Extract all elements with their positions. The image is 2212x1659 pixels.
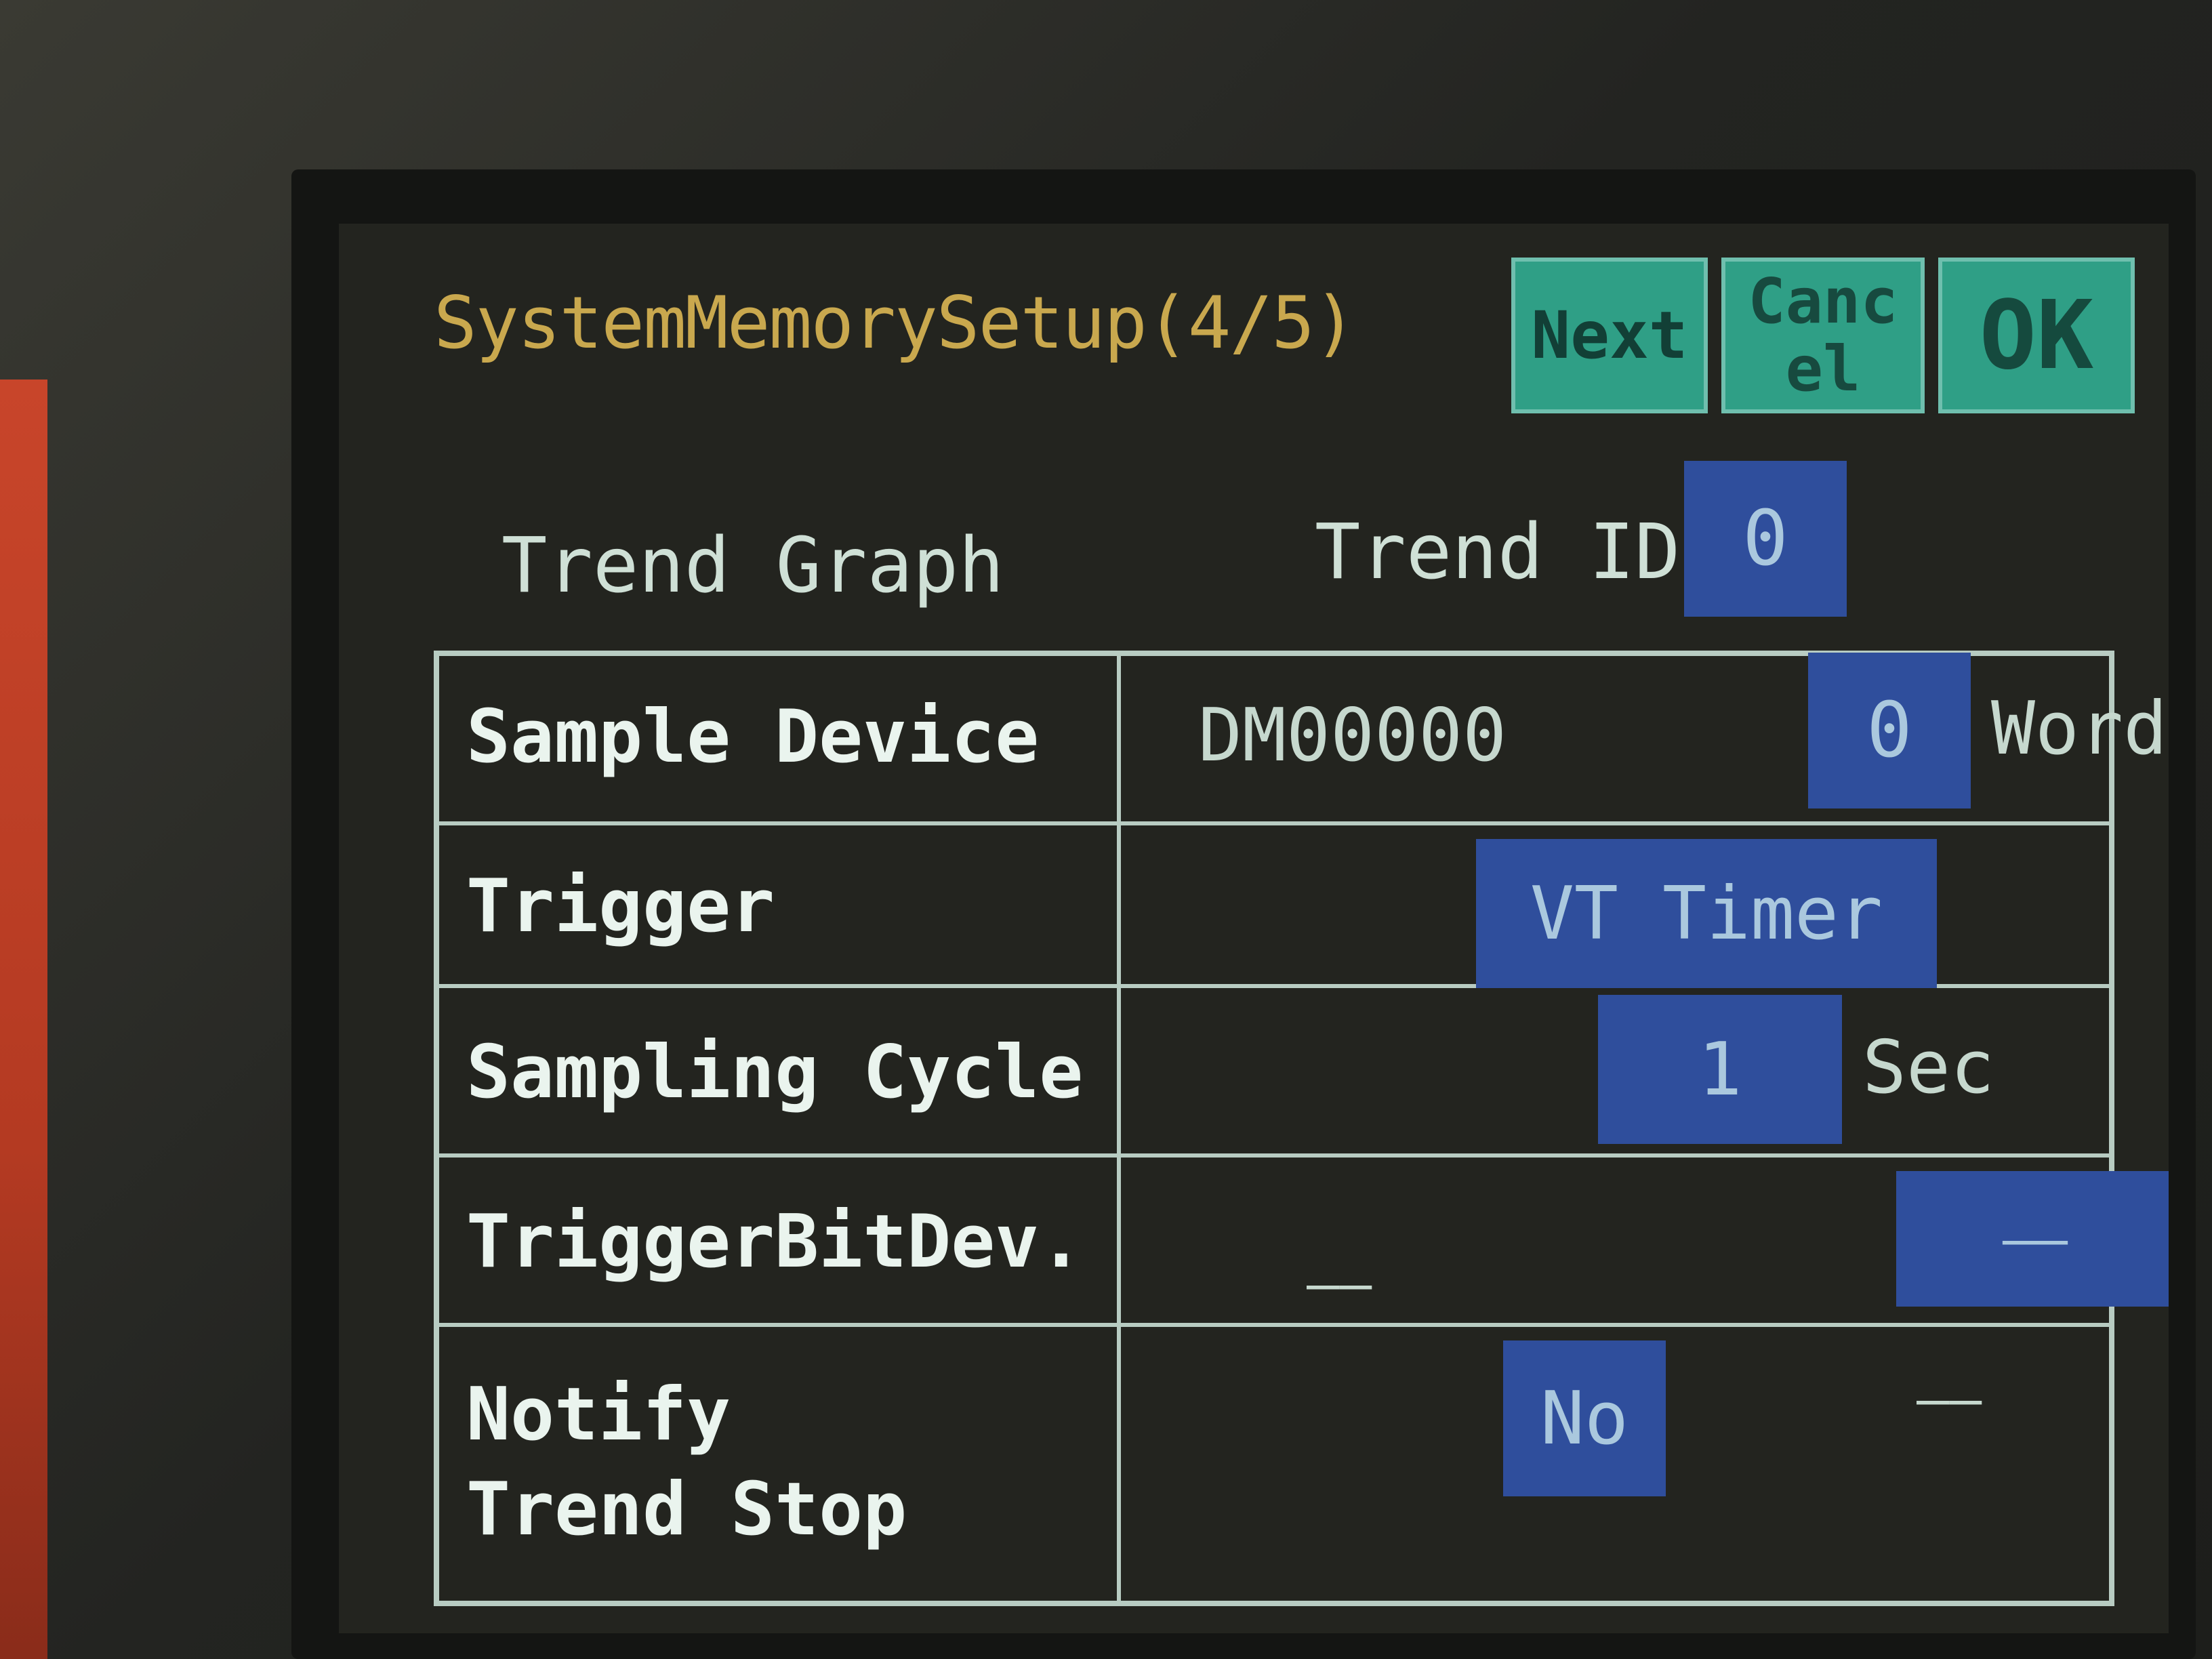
sampling-cycle-field[interactable]: 1 xyxy=(1598,995,1842,1144)
ok-button[interactable]: OK xyxy=(1938,258,2135,413)
cancel-button[interactable]: Cancel xyxy=(1721,258,1925,413)
notify-trend-stop-extra: —— xyxy=(1917,1368,1982,1431)
table-row-trigger: Trigger VT Timer xyxy=(439,825,2109,988)
trigger-bit-dev-field[interactable]: —— xyxy=(1896,1171,2169,1307)
table-row-sampling-cycle: Sampling Cycle 1 Sec xyxy=(439,988,2109,1158)
section-label: Trend Graph xyxy=(501,522,1004,610)
next-button[interactable]: Next xyxy=(1511,258,1708,413)
trigger-bit-dev-label: TriggerBitDev. xyxy=(466,1200,1084,1284)
hmi-screen: SystemMemorySetup(4/5) Next Cancel OK Tr… xyxy=(339,224,2169,1633)
table-row-trigger-bit-dev: TriggerBitDev. —— —— xyxy=(439,1158,2169,1327)
sample-device-address: DM00000 xyxy=(1198,693,1507,778)
notify-trend-stop-toggle[interactable]: No xyxy=(1503,1340,1666,1496)
sample-device-label: Sample Device xyxy=(466,695,1040,779)
trigger-label: Trigger xyxy=(466,864,775,949)
trend-id-label: Trend ID xyxy=(1315,508,1681,596)
sampling-cycle-label: Sampling Cycle xyxy=(466,1030,1084,1115)
settings-table: Sample Device DM00000 0 Words Trigger VT… xyxy=(434,651,2169,1606)
sample-words-field[interactable]: 0 xyxy=(1808,653,1971,808)
trigger-select[interactable]: VT Timer xyxy=(1476,839,1937,988)
page-title: SystemMemorySetup(4/5) xyxy=(434,281,1357,365)
notify-trend-stop-label: Notify Trend Stop xyxy=(466,1372,907,1552)
sample-words-unit: Words xyxy=(1991,687,2169,771)
table-row-notify-trend-stop: Notify Trend Stop No —— xyxy=(439,1327,2109,1601)
sampling-cycle-unit: Sec xyxy=(1862,1025,1995,1110)
device-side-edge xyxy=(0,380,47,1659)
trend-id-field[interactable]: 0 xyxy=(1684,461,1847,617)
trigger-bit-dev-value: —— xyxy=(1307,1252,1372,1315)
table-row-sample-device: Sample Device DM00000 0 Words xyxy=(439,653,2169,825)
